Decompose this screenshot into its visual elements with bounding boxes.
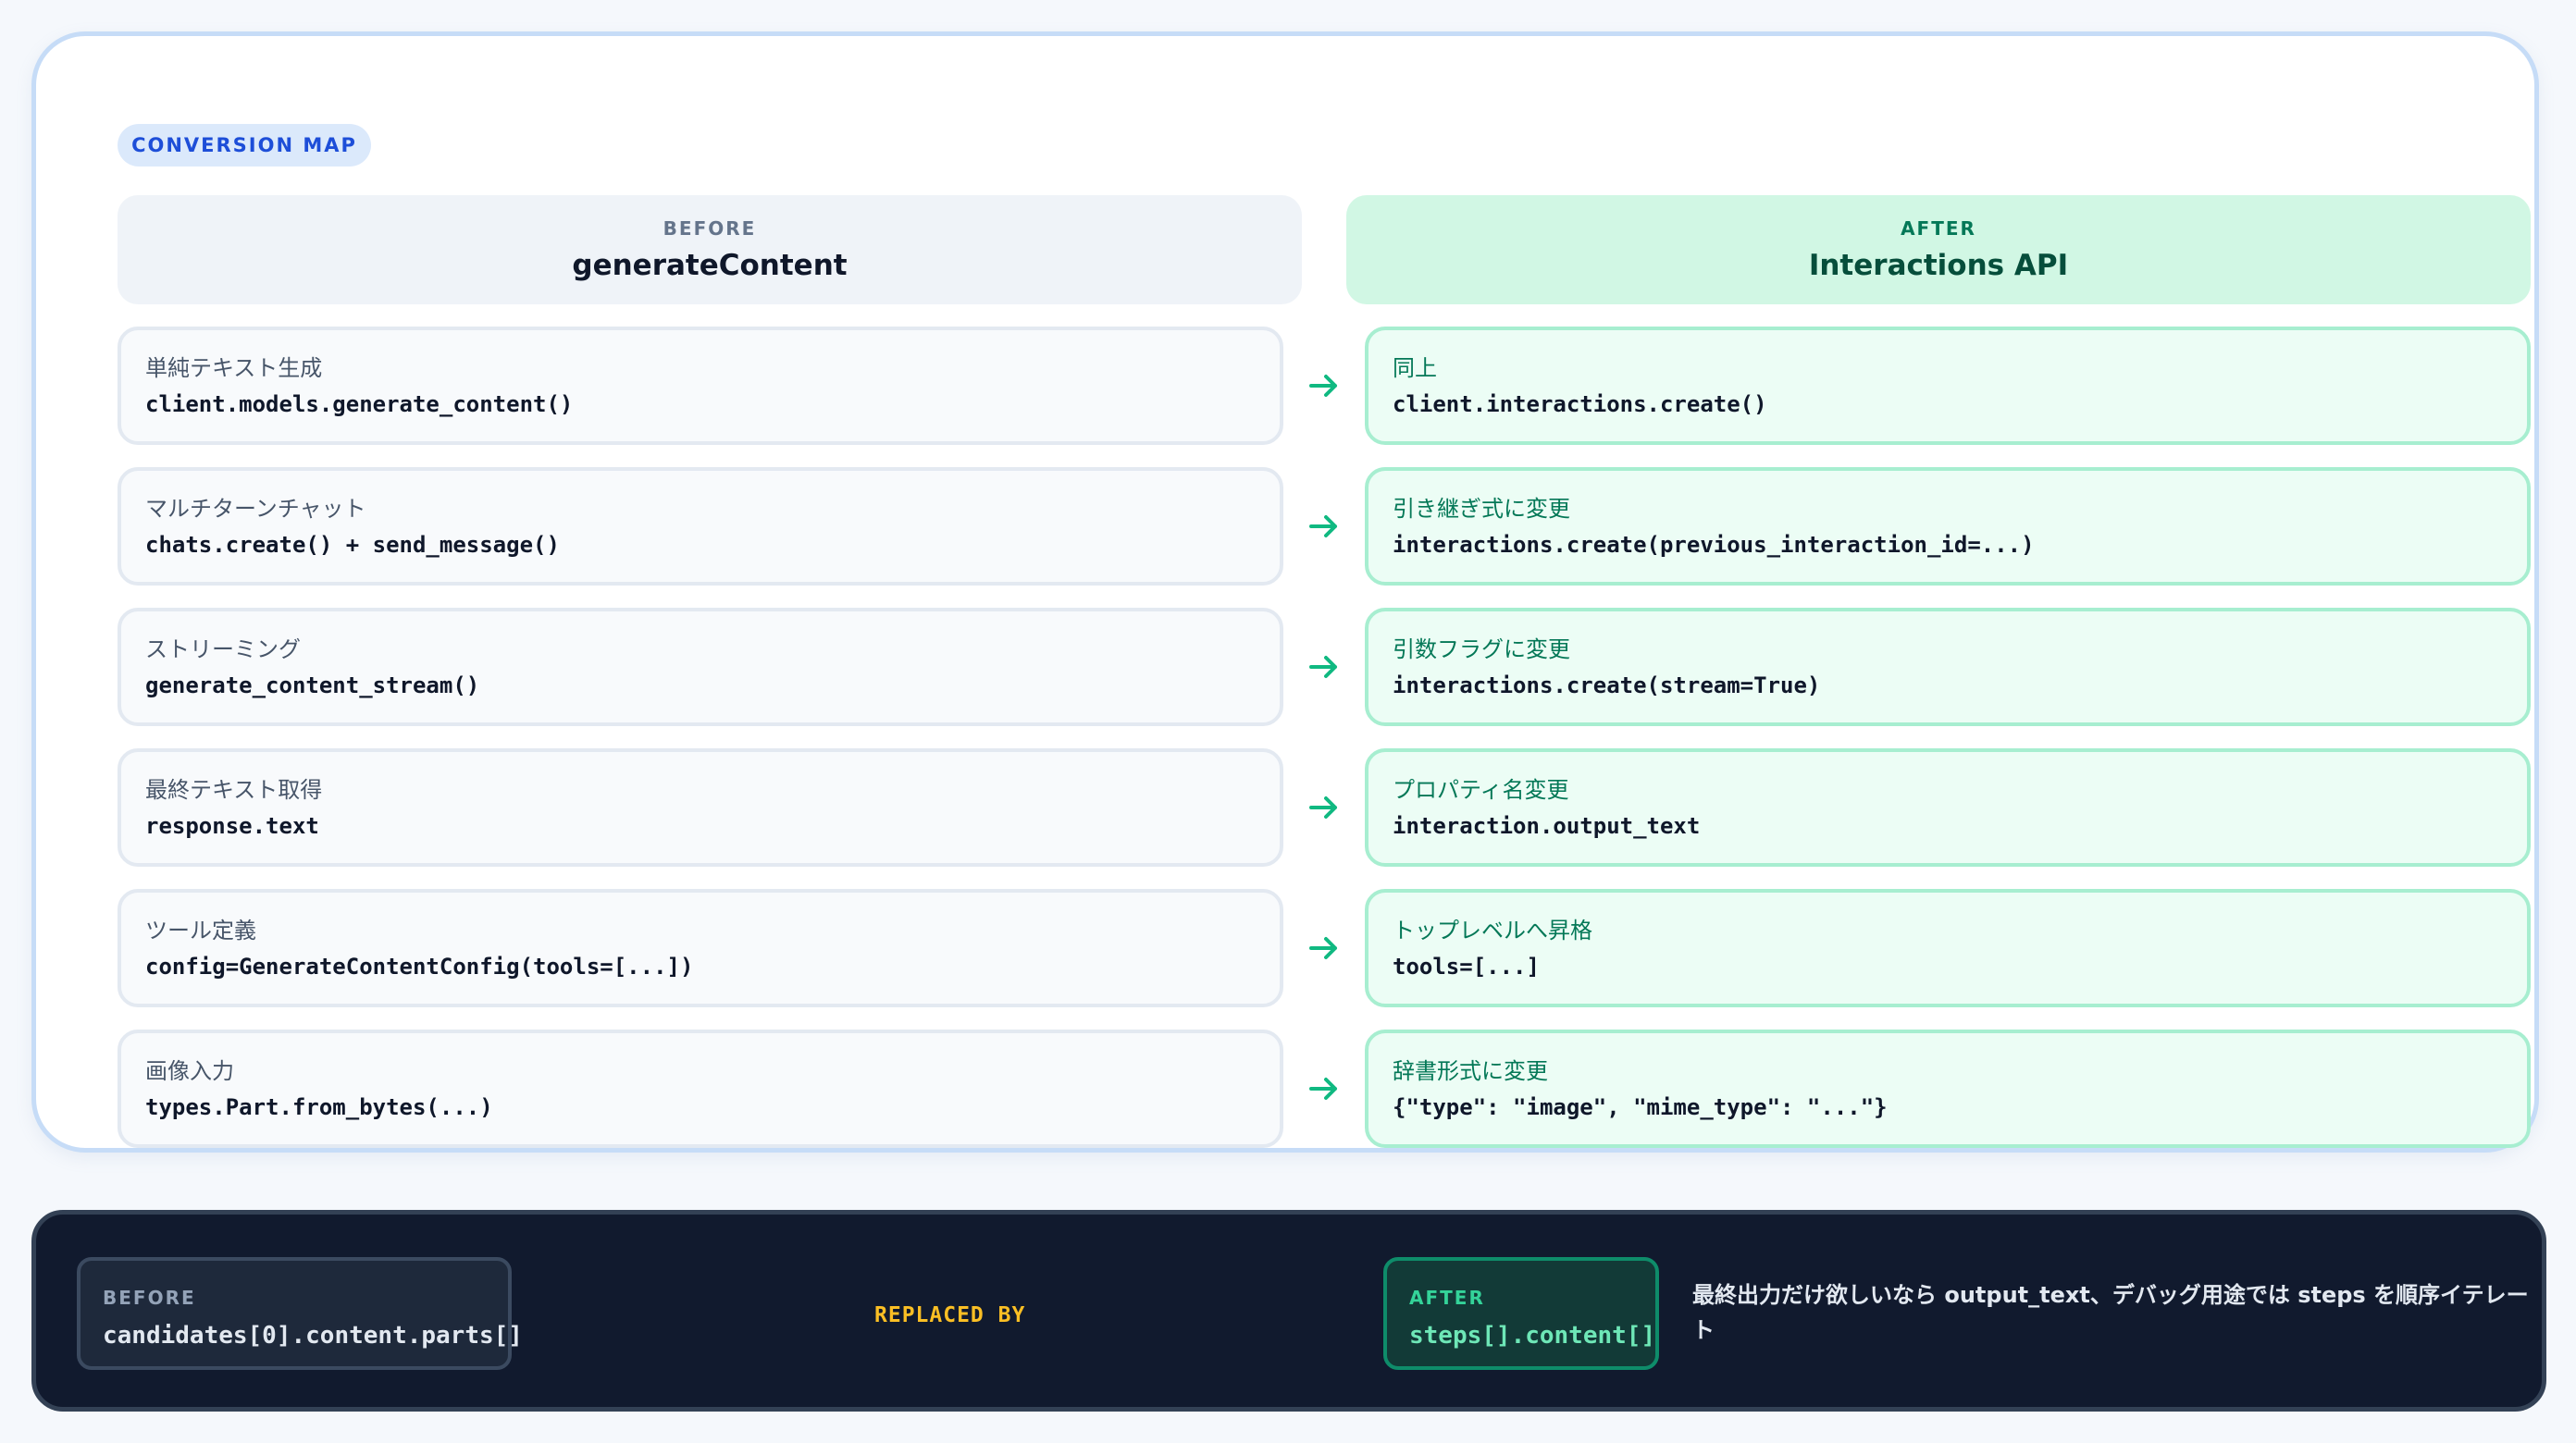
after-code: interactions.create(stream=True) — [1393, 672, 1821, 698]
bottom-after-box: AFTER steps[].content[] — [1383, 1257, 1659, 1370]
after-cell: 辞書形式に変更 {"type": "image", "mime_type": "… — [1365, 1030, 2531, 1148]
before-cell: 画像入力 types.Part.from_bytes(...) — [118, 1030, 1283, 1148]
mapping-row: ストリーミング generate_content_stream() 引数フラグに… — [118, 608, 2531, 726]
usage-note: 最終出力だけ欲しいなら output_text、デバッグ用途では steps を… — [1692, 1282, 2529, 1343]
after-code: tools=[...] — [1393, 954, 1540, 980]
before-code: generate_content_stream() — [145, 672, 480, 698]
after-cell: トップレベルへ昇格 tools=[...] — [1365, 889, 2531, 1007]
bottom-after-code: steps[].content[] — [1409, 1322, 1656, 1350]
before-code: chats.create() + send_message() — [145, 532, 560, 558]
after-caption: 引き継ぎ式に変更 — [1393, 496, 1570, 522]
bottom-before-box: BEFORE candidates[0].content.parts[] — [77, 1257, 523, 1370]
before-caption: 単純テキスト生成 — [145, 355, 323, 381]
before-code: types.Part.from_bytes(...) — [145, 1094, 493, 1120]
after-caption: 引数フラグに変更 — [1393, 636, 1570, 662]
mapping-row: マルチターンチャット chats.create() + send_message… — [118, 467, 2531, 586]
after-code: {"type": "image", "mime_type": "..."} — [1393, 1094, 1888, 1120]
arrow-right-icon — [1309, 1078, 1337, 1100]
before-caption: ツール定義 — [145, 918, 256, 944]
before-caption: マルチターンチャット — [145, 496, 366, 522]
after-caption: 辞書形式に変更 — [1393, 1058, 1548, 1084]
mapping-row: ツール定義 config=GenerateContentConfig(tools… — [118, 889, 2531, 1007]
after-caption: トップレベルへ昇格 — [1393, 918, 1592, 944]
after-cell: プロパティ名変更 interaction.output_text — [1365, 748, 2531, 867]
arrow-right-icon — [1309, 375, 1337, 397]
after-header-title: Interactions API — [1808, 249, 2069, 282]
before-cell: マルチターンチャット chats.create() + send_message… — [118, 467, 1283, 586]
before-code: client.models.generate_content() — [145, 391, 574, 417]
before-header-label: BEFORE — [663, 217, 757, 240]
before-code: config=GenerateContentConfig(tools=[...]… — [145, 954, 694, 980]
bottom-before-code: candidates[0].content.parts[] — [103, 1322, 523, 1350]
mapping-row: 画像入力 types.Part.from_bytes(...) 辞書形式に変更 … — [118, 1030, 2531, 1148]
after-code: interactions.create(previous_interaction… — [1393, 532, 2035, 558]
replaced-by-label: REPLACED BY — [874, 1303, 1026, 1327]
after-cell: 引き継ぎ式に変更 interactions.create(previous_in… — [1365, 467, 2531, 586]
before-cell: 最終テキスト取得 response.text — [118, 748, 1283, 867]
before-cell: 単純テキスト生成 client.models.generate_content(… — [118, 327, 1283, 445]
after-code: client.interactions.create() — [1393, 391, 1767, 417]
before-cell: ツール定義 config=GenerateContentConfig(tools… — [118, 889, 1283, 1007]
before-cell: ストリーミング generate_content_stream() — [118, 608, 1283, 726]
after-header: AFTER Interactions API — [1346, 195, 2531, 304]
arrow-right-icon — [1309, 796, 1337, 819]
before-caption: ストリーミング — [145, 636, 301, 662]
before-header: BEFORE generateContent — [118, 195, 1302, 304]
conversion-map-card: CONVERSION MAP BEFORE generateContent AF… — [31, 31, 2539, 1153]
conversion-map-badge: CONVERSION MAP — [118, 124, 371, 166]
mapping-row: 最終テキスト取得 response.text プロパティ名変更 interact… — [118, 748, 2531, 867]
mapping-row: 単純テキスト生成 client.models.generate_content(… — [118, 327, 2531, 445]
after-caption: プロパティ名変更 — [1393, 777, 1569, 803]
structure-replacement-bar: BEFORE candidates[0].content.parts[] REP… — [31, 1210, 2546, 1412]
before-caption: 画像入力 — [145, 1058, 234, 1084]
bottom-after-label: AFTER — [1409, 1287, 1485, 1309]
arrow-right-icon — [1309, 937, 1337, 959]
after-header-label: AFTER — [1901, 217, 1976, 240]
arrow-right-icon — [1309, 515, 1337, 537]
before-code: response.text — [145, 813, 319, 839]
after-cell: 同上 client.interactions.create() — [1365, 327, 2531, 445]
arrow-right-icon — [1309, 656, 1337, 678]
before-caption: 最終テキスト取得 — [145, 777, 323, 803]
bottom-before-label: BEFORE — [103, 1287, 196, 1309]
after-code: interaction.output_text — [1393, 813, 1701, 839]
before-header-title: generateContent — [572, 249, 848, 282]
after-cell: 引数フラグに変更 interactions.create(stream=True… — [1365, 608, 2531, 726]
after-caption: 同上 — [1393, 355, 1437, 381]
